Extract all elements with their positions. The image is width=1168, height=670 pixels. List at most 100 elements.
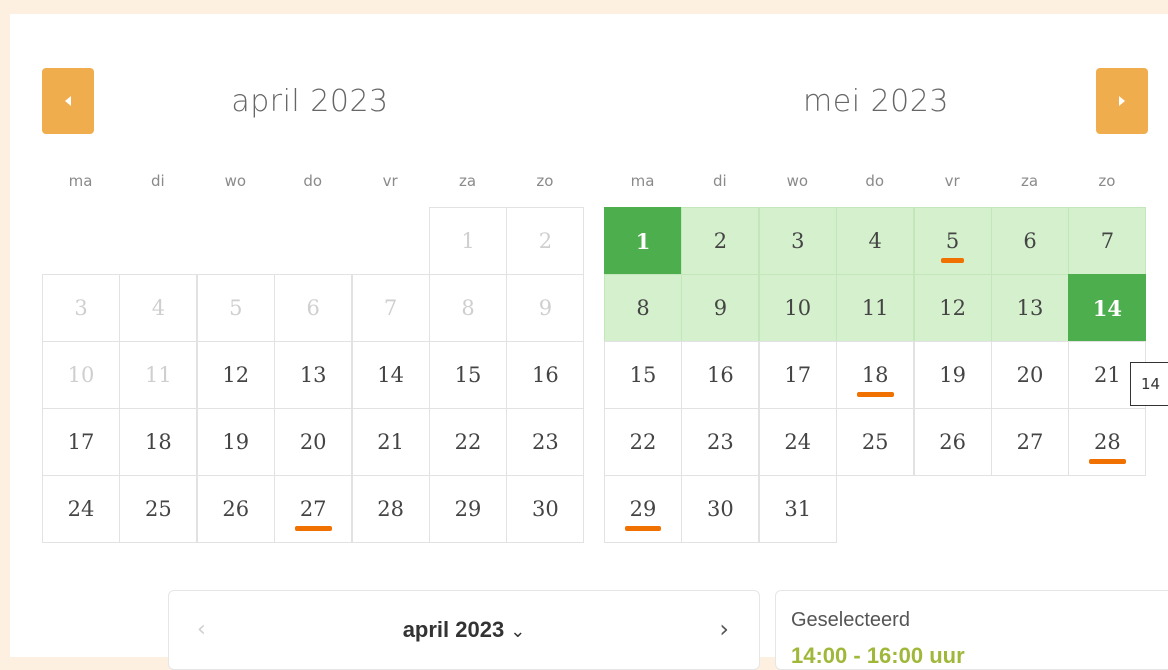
day-cell-mei-14[interactable]: 14 <box>1068 274 1147 342</box>
day-cell-mei-23[interactable]: 23 <box>681 408 760 476</box>
day-cell-mei-1[interactable]: 1 <box>604 207 682 275</box>
day-number: 21 <box>377 430 404 454</box>
caret-right-icon <box>1119 96 1125 106</box>
day-cell-april-28[interactable]: 28 <box>351 475 430 543</box>
day-cell-april-4: 4 <box>119 274 198 342</box>
day-cell-mei-18[interactable]: 18 <box>836 341 915 409</box>
day-cell-april-16[interactable]: 16 <box>506 341 585 409</box>
mini-month-label: april 2023 <box>402 617 505 642</box>
day-cell-mei-12[interactable]: 12 <box>913 274 992 342</box>
day-cell-mei-6[interactable]: 6 <box>991 207 1069 275</box>
prev-month-button[interactable] <box>42 68 94 134</box>
mini-month-select[interactable]: april 2023 ⌄ <box>169 617 759 643</box>
weekday-header-zo: zo <box>536 172 554 190</box>
day-number: 13 <box>1016 296 1044 320</box>
day-cell-mei-16[interactable]: 16 <box>681 341 760 409</box>
day-number: 29 <box>454 497 482 521</box>
day-cell-mei-24[interactable]: 24 <box>758 408 837 476</box>
day-number: 1 <box>461 229 475 253</box>
day-number: 8 <box>461 296 475 320</box>
day-cell-april-12[interactable]: 12 <box>196 341 275 409</box>
day-cell-mei-2[interactable]: 2 <box>681 207 760 275</box>
day-cell-mei-13[interactable]: 13 <box>991 274 1069 342</box>
day-number: 12 <box>939 296 966 320</box>
day-cell-april-26[interactable]: 26 <box>196 475 275 543</box>
day-number: 18 <box>145 430 172 454</box>
day-cell-april-15[interactable]: 15 <box>429 341 507 409</box>
day-number: 11 <box>861 296 889 320</box>
day-cell-april-18[interactable]: 18 <box>119 408 198 476</box>
day-cell-april-27[interactable]: 27 <box>274 475 353 543</box>
day-number: 29 <box>624 497 662 531</box>
day-number: 22 <box>454 430 482 454</box>
weekday-header-za: za <box>1020 172 1039 190</box>
day-number: 3 <box>74 296 88 320</box>
day-cell-april-20[interactable]: 20 <box>274 408 353 476</box>
page-top-band <box>0 0 1168 14</box>
day-cell-mei-22[interactable]: 22 <box>604 408 682 476</box>
day-cell-mei-5[interactable]: 5 <box>913 207 992 275</box>
day-cell-april-29[interactable]: 29 <box>429 475 507 543</box>
weekday-header-do: do <box>865 172 885 190</box>
day-cell-mei-15[interactable]: 15 <box>604 341 682 409</box>
day-number: 10 <box>784 296 812 320</box>
day-number: 23 <box>532 430 559 454</box>
day-number: 9 <box>538 296 553 320</box>
day-cell-april-22[interactable]: 22 <box>429 408 507 476</box>
day-number: 4 <box>868 229 882 253</box>
day-cell-april-6: 6 <box>274 274 353 342</box>
day-cell-april-23[interactable]: 23 <box>506 408 585 476</box>
day-number: 16 <box>532 363 559 387</box>
day-cell-mei-20[interactable]: 20 <box>991 341 1069 409</box>
weekday-header-ma: ma <box>630 172 655 190</box>
day-cell-april-8: 8 <box>429 274 507 342</box>
weekday-header-za: za <box>458 172 477 190</box>
day-number: 30 <box>532 497 559 521</box>
day-cell-mei-4[interactable]: 4 <box>836 207 915 275</box>
weekday-header-ma: ma <box>68 172 93 190</box>
day-number: 16 <box>707 363 734 387</box>
day-cell-april-17[interactable]: 17 <box>42 408 120 476</box>
day-cell-mei-11[interactable]: 11 <box>836 274 915 342</box>
day-number: 26 <box>939 430 966 454</box>
next-month-button[interactable] <box>1096 68 1148 134</box>
day-cell-mei-26[interactable]: 26 <box>913 408 992 476</box>
selected-label: Geselecteerd <box>791 609 910 631</box>
left-month-title: april 2023 <box>231 84 389 119</box>
day-cell-mei-31[interactable]: 31 <box>758 475 837 543</box>
day-cell-mei-28[interactable]: 28 <box>1068 408 1147 476</box>
day-cell-mei-27[interactable]: 27 <box>991 408 1069 476</box>
day-number: 19 <box>939 363 966 387</box>
day-number: 4 <box>151 296 166 320</box>
day-cell-april-30[interactable]: 30 <box>506 475 585 543</box>
day-number: 3 <box>791 229 805 253</box>
day-cell-mei-8[interactable]: 8 <box>604 274 682 342</box>
day-cell-mei-3[interactable]: 3 <box>758 207 837 275</box>
day-number: 28 <box>1089 430 1126 464</box>
day-cell-mei-7[interactable]: 7 <box>1068 207 1147 275</box>
day-cell-april-13[interactable]: 13 <box>274 341 353 409</box>
weekday-header-di: di <box>713 172 727 190</box>
day-cell-april-25[interactable]: 25 <box>119 475 198 543</box>
day-cell-april-24[interactable]: 24 <box>42 475 120 543</box>
selected-value: 14:00 - 16:00 uur <box>791 643 965 668</box>
day-cell-april-21[interactable]: 21 <box>351 408 430 476</box>
day-number: 20 <box>1016 363 1044 387</box>
day-cell-mei-30[interactable]: 30 <box>681 475 760 543</box>
day-number: 25 <box>145 497 172 521</box>
day-number: 24 <box>784 430 812 454</box>
weekday-header-vr: vr <box>382 172 398 190</box>
day-cell-april-14[interactable]: 14 <box>351 341 430 409</box>
day-cell-mei-29[interactable]: 29 <box>604 475 682 543</box>
day-cell-april-19[interactable]: 19 <box>196 408 275 476</box>
mini-next-button[interactable]: › <box>719 615 729 643</box>
day-number: 2 <box>713 229 728 253</box>
day-cell-mei-19[interactable]: 19 <box>913 341 992 409</box>
day-cell-april-11: 11 <box>119 341 198 409</box>
day-cell-mei-25[interactable]: 25 <box>836 408 915 476</box>
day-cell-mei-10[interactable]: 10 <box>758 274 837 342</box>
day-cell-mei-9[interactable]: 9 <box>681 274 760 342</box>
day-cell-april-3: 3 <box>42 274 120 342</box>
day-number: 21 <box>1094 363 1121 387</box>
day-cell-mei-17[interactable]: 17 <box>758 341 837 409</box>
